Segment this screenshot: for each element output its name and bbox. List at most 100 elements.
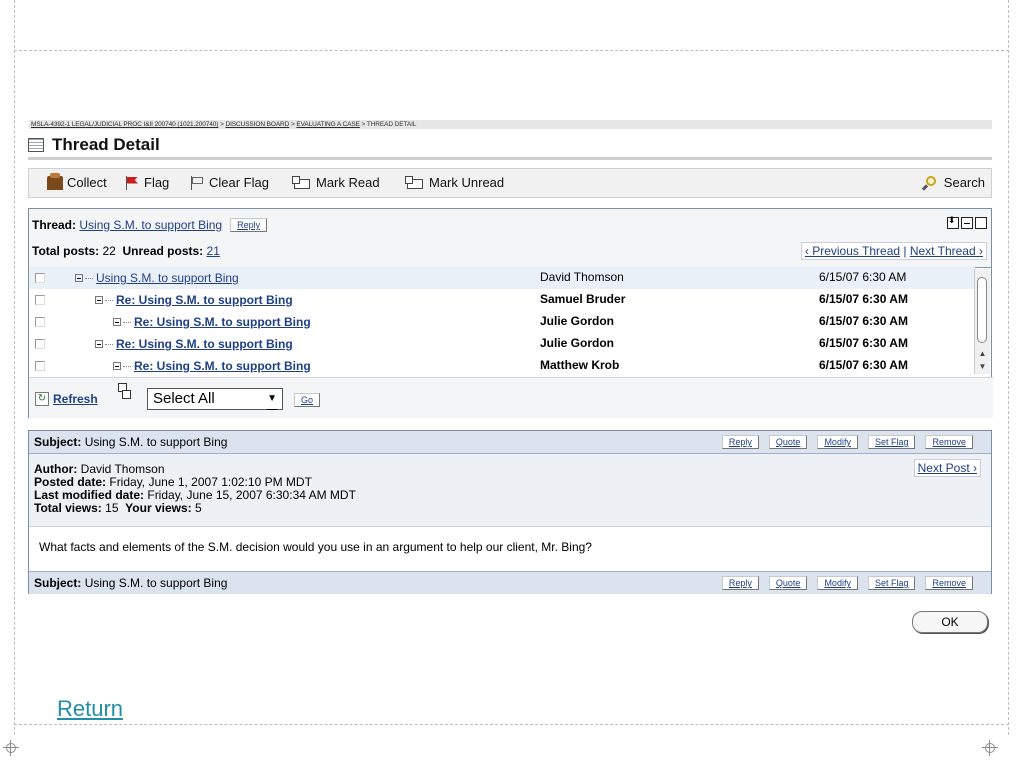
post-date: 6/15/07 6:30 AM xyxy=(819,270,907,284)
scroll-up-icon[interactable]: ▲ xyxy=(975,349,990,361)
remove-button[interactable]: Remove xyxy=(925,576,973,590)
list-item[interactable]: Re: Using S.M. to support Bing Matthew K… xyxy=(29,355,975,377)
post-title-link[interactable]: Re: Using S.M. to support Bing xyxy=(134,359,311,373)
list-item[interactable]: Re: Using S.M. to support Bing Samuel Br… xyxy=(29,289,975,311)
page-border-bottom xyxy=(14,724,1009,725)
subject-label: Subject: xyxy=(34,435,82,449)
page-border-right xyxy=(1008,0,1009,735)
refresh-icon[interactable]: ↻ xyxy=(35,392,49,406)
list-item[interactable]: Re: Using S.M. to support Bing Julie Gor… xyxy=(29,311,975,333)
set-flag-button[interactable]: Set Flag xyxy=(867,435,916,449)
quote-button[interactable]: Quote xyxy=(768,435,808,449)
unread-posts-link[interactable]: 21 xyxy=(207,244,220,258)
thread-name-link[interactable]: Using S.M. to support Bing xyxy=(79,218,222,232)
post-date: 6/15/07 6:30 AM xyxy=(819,314,908,328)
thread-reply-button[interactable]: Reply xyxy=(230,218,268,232)
next-thread-link[interactable]: Next Thread › xyxy=(910,244,983,258)
return-link[interactable]: Return xyxy=(57,696,123,722)
select-all-dropdown[interactable]: Select All xyxy=(147,388,283,410)
collapse-icon[interactable] xyxy=(95,296,103,304)
maximize-icon[interactable] xyxy=(975,217,987,229)
collapse-icon[interactable] xyxy=(113,318,121,326)
list-item[interactable]: Re: Using S.M. to support Bing Julie Gor… xyxy=(29,333,975,355)
breadcrumb-forum[interactable]: EVALUATING A CASE xyxy=(296,121,360,128)
mark-read-button[interactable]: Mark Read xyxy=(292,175,380,190)
tree-node: Re: Using S.M. to support Bing xyxy=(113,359,311,373)
clear-flag-button[interactable]: Clear Flag xyxy=(189,175,269,190)
set-flag-button[interactable]: Set Flag xyxy=(867,576,916,590)
action-toolbar: Collect Flag Clear Flag Mark Read Mark U… xyxy=(28,168,992,198)
row-checkbox[interactable] xyxy=(35,339,45,349)
modify-button[interactable]: Modify xyxy=(817,576,858,590)
modified-label: Last modified date: xyxy=(34,488,145,502)
row-checkbox[interactable] xyxy=(35,361,45,371)
subject-line: Subject: Using S.M. to support Bing xyxy=(34,435,227,449)
breadcrumb-course[interactable]: MSLA-4392-1 LEGAL/JUDICIAL PROC I&II 200… xyxy=(31,121,218,128)
refresh-link[interactable]: Refresh xyxy=(53,392,98,406)
title-divider xyxy=(28,157,992,160)
tree-connector xyxy=(123,365,131,367)
next-post-link[interactable]: Next Post › xyxy=(913,459,981,477)
collect-button[interactable]: Collect xyxy=(47,172,107,190)
mark-unread-label: Mark Unread xyxy=(429,175,505,190)
subject-bar: Subject: Using S.M. to support Bing Repl… xyxy=(29,431,991,454)
mark-read-icon xyxy=(292,175,312,190)
author-value: David Thomson xyxy=(80,462,165,476)
download-icon[interactable] xyxy=(947,215,959,229)
posted-label: Posted date: xyxy=(34,475,107,489)
post-author: Julie Gordon xyxy=(540,336,615,350)
search-label: Search xyxy=(943,175,985,190)
subject-line: Subject: Using S.M. to support Bing xyxy=(34,576,227,590)
clear-flag-label: Clear Flag xyxy=(209,175,269,190)
views-label: Total views: xyxy=(34,501,102,515)
breadcrumb-board[interactable]: DISCUSSION BOARD xyxy=(225,121,289,128)
tree-node: Re: Using S.M. to support Bing xyxy=(95,293,293,307)
row-checkbox[interactable] xyxy=(35,273,45,283)
search-button[interactable]: Search xyxy=(922,175,985,190)
post-author: Matthew Krob xyxy=(540,358,620,372)
page-header: Thread Detail xyxy=(28,134,160,156)
scroll-down-icon[interactable]: ▼ xyxy=(975,362,990,374)
thread-label: Thread: xyxy=(32,218,77,232)
remove-button[interactable]: Remove xyxy=(925,435,973,449)
post-date: 6/15/07 6:30 AM xyxy=(819,358,908,372)
post-date: 6/15/07 6:30 AM xyxy=(819,336,908,350)
registration-mark-icon xyxy=(982,740,998,756)
mark-unread-button[interactable]: Mark Unread xyxy=(405,175,504,190)
collapse-icon[interactable] xyxy=(113,362,121,370)
post-title-link[interactable]: Re: Using S.M. to support Bing xyxy=(116,337,293,351)
collapse-icon[interactable] xyxy=(95,340,103,348)
list-item[interactable]: Using S.M. to support Bing David Thomson… xyxy=(29,267,975,289)
post-title-link[interactable]: Re: Using S.M. to support Bing xyxy=(134,315,311,329)
previous-thread-link[interactable]: ‹ Previous Thread xyxy=(805,244,900,258)
quote-button[interactable]: Quote xyxy=(768,576,808,590)
go-button[interactable]: Go xyxy=(294,393,321,407)
views-value: 15 xyxy=(105,501,119,515)
total-posts-label: Total posts: xyxy=(32,244,100,258)
reply-button[interactable]: Reply xyxy=(721,576,759,590)
reply-button[interactable]: Reply xyxy=(721,435,759,449)
post-title-link[interactable]: Using S.M. to support Bing xyxy=(96,271,239,285)
post-title-link[interactable]: Re: Using S.M. to support Bing xyxy=(116,293,293,307)
message-actions: Reply Quote Modify Set Flag Remove xyxy=(721,435,973,449)
posted-line: Posted date: Friday, June 1, 2007 1:02:1… xyxy=(34,475,312,489)
post-author: David Thomson xyxy=(540,270,624,284)
tree-connector xyxy=(123,321,131,323)
scrollbar-thumb[interactable] xyxy=(977,277,987,343)
thread-list-icon xyxy=(28,138,44,152)
ok-button[interactable]: OK xyxy=(912,611,988,633)
flag-button[interactable]: Flag xyxy=(124,175,169,190)
row-checkbox[interactable] xyxy=(35,317,45,327)
modify-button[interactable]: Modify xyxy=(817,435,858,449)
page-border-left xyxy=(14,0,15,735)
minimize-icon[interactable] xyxy=(961,217,973,229)
breadcrumb-current: THREAD DETAIL xyxy=(366,121,417,128)
message-body: What facts and elements of the S.M. deci… xyxy=(39,540,592,554)
row-checkbox[interactable] xyxy=(35,295,45,305)
collapse-icon[interactable] xyxy=(75,274,83,282)
tree-node: Re: Using S.M. to support Bing xyxy=(95,337,293,351)
list-scrollbar[interactable]: ▲ ▼ xyxy=(974,269,990,374)
tree-connector xyxy=(105,299,113,301)
tree-node: Using S.M. to support Bing xyxy=(75,271,239,285)
modified-value: Friday, June 15, 2007 6:30:34 AM MDT xyxy=(147,488,356,502)
